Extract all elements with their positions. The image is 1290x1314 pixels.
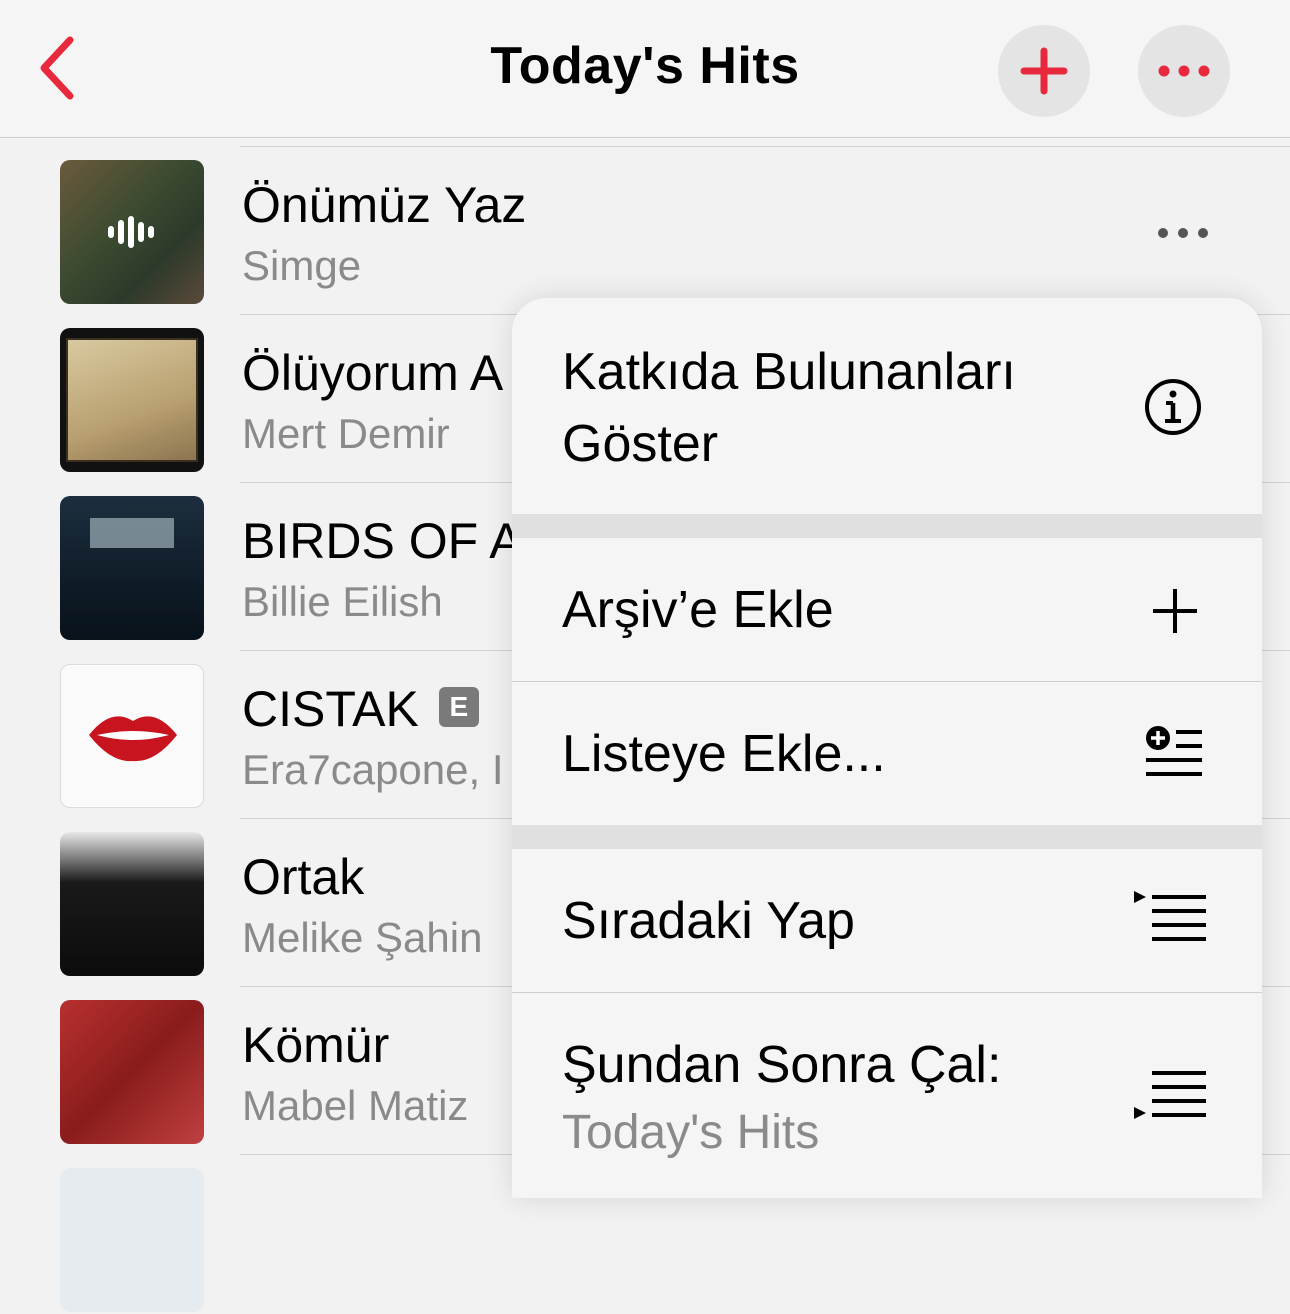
album-artwork (60, 1000, 204, 1144)
song-more-button[interactable] (1150, 218, 1216, 248)
add-button[interactable] (998, 25, 1090, 117)
menu-section-gap (512, 825, 1262, 849)
now-playing-icon (108, 216, 154, 248)
plus-icon (1020, 47, 1068, 95)
navigation-header: Today's Hits (0, 0, 1290, 138)
album-artwork (60, 160, 204, 304)
album-artwork (60, 1168, 204, 1312)
context-menu: Katkıda Bulunanları Göster Arşiv’e Ekle … (512, 298, 1262, 1198)
play-last-menu-item[interactable]: Şundan Sonra Çal: Today's Hits (512, 993, 1262, 1193)
song-row[interactable]: Önümüz Yaz Simge (0, 138, 1290, 306)
info-circle-icon (1145, 379, 1201, 435)
menu-item-label: Sıradaki Yap (562, 892, 855, 950)
menu-item-label: Katkıda Bulunanları (562, 343, 1016, 401)
menu-item-label: Göster (562, 415, 719, 473)
lips-artwork-icon (89, 716, 177, 762)
add-to-library-menu-item[interactable]: Arşiv’e Ekle (512, 538, 1262, 681)
page-title: Today's Hits (490, 37, 800, 95)
menu-section-gap (512, 514, 1262, 538)
add-to-playlist-menu-item[interactable]: Listeye Ekle... (512, 682, 1262, 825)
album-artwork (60, 832, 204, 976)
song-title: Önümüz Yaz (242, 177, 527, 233)
song-title: Ortak (242, 849, 365, 905)
song-artist: Mert Demir (242, 410, 450, 457)
more-options-button[interactable] (1138, 25, 1230, 117)
menu-item-label: Listeye Ekle... (562, 725, 886, 783)
album-artwork (60, 496, 204, 640)
song-artist: Melike Şahin (242, 914, 483, 961)
row-divider (240, 146, 1290, 147)
add-to-list-icon (1146, 726, 1202, 776)
song-artist: Era7capone, I (242, 746, 504, 793)
play-last-icon (1134, 1071, 1206, 1119)
song-artist: Mabel Matiz (242, 1082, 469, 1129)
menu-item-label: Şundan Sonra Çal: (562, 1036, 1002, 1094)
song-title: Ölüyorum A (242, 345, 504, 401)
song-title: Kömür (242, 1017, 390, 1073)
explicit-badge: E (438, 686, 479, 727)
song-title: BIRDS OF A (242, 513, 523, 569)
song-title: CISTAK E (242, 680, 479, 738)
menu-item-sublabel: Today's Hits (562, 1106, 820, 1159)
ellipsis-icon (1158, 228, 1208, 238)
play-next-icon (1134, 891, 1206, 941)
play-next-menu-item[interactable]: Sıradaki Yap (512, 849, 1262, 992)
menu-item-label: Arşiv’e Ekle (562, 581, 834, 639)
album-artwork (60, 328, 204, 472)
plus-icon (1153, 589, 1197, 633)
album-artwork (60, 664, 204, 808)
song-artist: Billie Eilish (242, 578, 443, 625)
show-credits-menu-item[interactable]: Katkıda Bulunanları Göster (512, 298, 1262, 514)
ellipsis-icon (1158, 65, 1210, 77)
song-artist: Simge (242, 242, 362, 289)
